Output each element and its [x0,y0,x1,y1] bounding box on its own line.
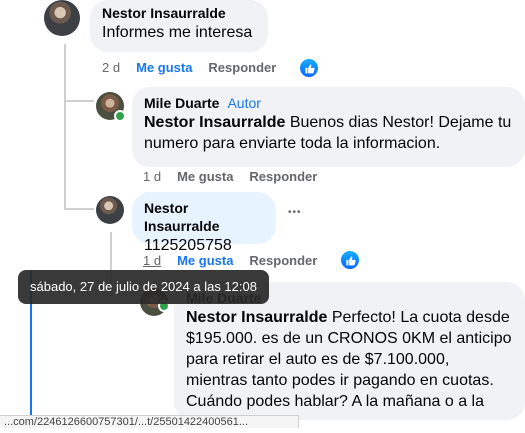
comment-actions: 1 d Me gusta Responder [143,253,317,269]
avatar[interactable] [44,0,80,36]
comment-time[interactable]: 2 d [102,60,120,75]
comment-text: Informes me interesa [102,24,253,41]
comment-author: Mile Duarte Autor [144,94,513,112]
comment-text-body: Perfecto! La cuota desde $195.000. es de… [186,309,512,431]
like-button[interactable]: Me gusta [177,169,233,184]
comment-author[interactable]: Nestor Insaurralde [102,4,256,22]
mention-link[interactable]: Nestor Insaurralde [186,309,327,326]
status-url: ...com/2246126600757301/...t/25501422400… [0,415,299,428]
online-status-dot [114,110,126,122]
comment-bubble: Nestor Insaurralde Informes me interesa [90,0,268,52]
comment-actions: 2 d Me gusta Responder [102,60,276,76]
like-button[interactable]: Me gusta [136,60,192,75]
thumbs-up-icon[interactable] [339,249,361,271]
reply-button[interactable]: Responder [249,169,317,184]
like-button[interactable]: Me gusta [177,253,233,268]
reply-button[interactable]: Responder [249,253,317,268]
comment-author[interactable]: Nestor Insaurralde [144,199,264,235]
more-options-icon[interactable]: ••• [288,207,302,218]
reply-button[interactable]: Responder [208,60,276,75]
comment-bubble: Mile Duarte Autor Nestor Insaurralde Buen… [132,87,525,167]
avatar[interactable] [96,196,124,224]
comment-author-name[interactable]: Mile Duarte [144,95,219,111]
comment-text: 1125205758 [144,237,232,254]
comment-text: Nestor Insaurralde Perfecto! La cuota de… [186,309,512,431]
comment-actions: 1 d Me gusta Responder [143,169,317,185]
thread-connector-2 [64,208,94,210]
mention-link[interactable]: Nestor Insaurralde [144,114,285,131]
thread-line [64,44,66,162]
thread-line-2 [64,160,66,210]
thumbs-up-icon[interactable] [298,57,320,79]
author-badge: Autor [227,95,261,111]
comment-bubble: Nestor Insaurralde 1125205758 [132,192,276,254]
thread-connector [64,100,94,102]
comment-time[interactable]: 1 d [143,169,161,184]
comment-time[interactable]: 1 d [143,253,161,268]
comment-text: Nestor Insaurralde Buenos dias Nestor! D… [144,114,511,152]
timestamp-tooltip: sábado, 27 de julio de 2024 a las 12:08 [18,270,269,304]
